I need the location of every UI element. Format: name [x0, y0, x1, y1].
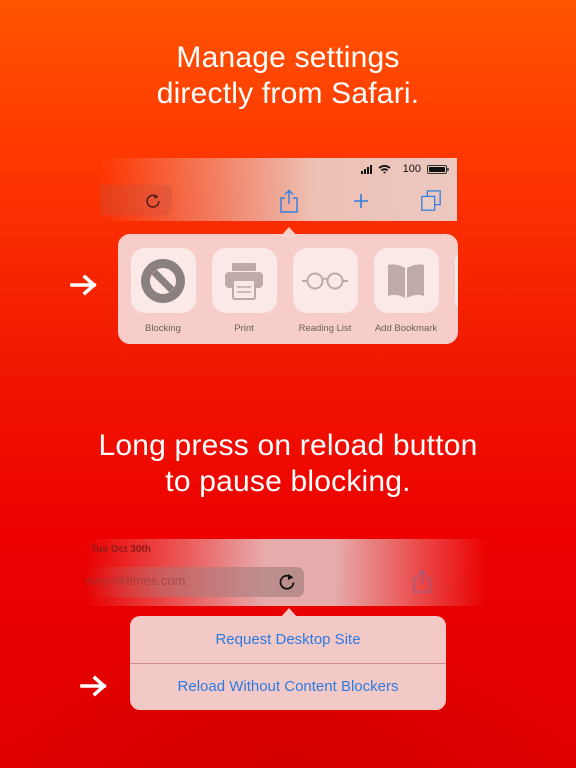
glasses-icon — [302, 272, 348, 289]
action-reading-list[interactable]: Reading List — [292, 248, 358, 334]
reload-context-menu: Request Desktop Site Reload Without Cont… — [130, 616, 446, 710]
url-text: ewyorktimes.com — [85, 573, 186, 588]
headline-long-press: Long press on reload button to pause blo… — [0, 428, 576, 500]
share-sheet: Blocking Print Reading List Add Bookmark — [118, 234, 458, 344]
share-button[interactable] — [412, 569, 432, 593]
action-tile — [211, 248, 277, 313]
menu-item-reload-without-content-blockers[interactable]: Reload Without Content Blockers — [130, 663, 446, 710]
action-tile — [454, 248, 458, 313]
action-tile — [292, 248, 358, 313]
headline-manage-settings: Manage settings directly from Safari. — [0, 40, 576, 112]
action-print[interactable]: Print — [211, 248, 277, 334]
action-label: Add Bookmark — [374, 323, 438, 334]
safari-toolbar-bottom: Tue Oct 30th ewyorktimes.com — [85, 539, 487, 606]
action-label: Reading List — [298, 323, 352, 334]
blocking-icon — [141, 258, 185, 303]
reload-button[interactable] — [144, 192, 162, 210]
action-label: Blocking — [145, 323, 181, 334]
action-tile — [373, 248, 439, 313]
action-more-partial[interactable] — [454, 248, 458, 313]
arrow-right-icon — [70, 274, 97, 296]
action-tile — [130, 248, 196, 313]
tabs-button[interactable] — [420, 189, 442, 213]
arrow-right-icon — [80, 675, 107, 697]
action-blocking[interactable]: Blocking — [130, 248, 196, 334]
action-add-bookmark[interactable]: Add Bookmark — [373, 248, 439, 334]
cellular-signal-icon — [360, 164, 372, 174]
status-bar: 100 — [360, 162, 449, 176]
status-date: Tue Oct 30th — [91, 544, 151, 555]
printer-icon — [225, 262, 263, 300]
menu-item-request-desktop-site[interactable]: Request Desktop Site — [130, 616, 446, 663]
book-icon — [388, 263, 424, 298]
headline-text: Manage settings directly from Safari. — [156, 41, 420, 110]
battery-percent: 100 — [402, 163, 421, 175]
headline-text: Long press on reload button to pause blo… — [98, 429, 478, 498]
wifi-icon — [378, 165, 391, 174]
reload-button[interactable] — [277, 572, 297, 592]
action-label: Print — [234, 323, 254, 334]
share-button[interactable] — [278, 189, 300, 213]
safari-toolbar-top: 100 — [100, 158, 457, 221]
battery-full-icon — [427, 164, 449, 174]
address-field[interactable]: ewyorktimes.com — [85, 567, 304, 597]
new-tab-button[interactable] — [350, 189, 372, 213]
